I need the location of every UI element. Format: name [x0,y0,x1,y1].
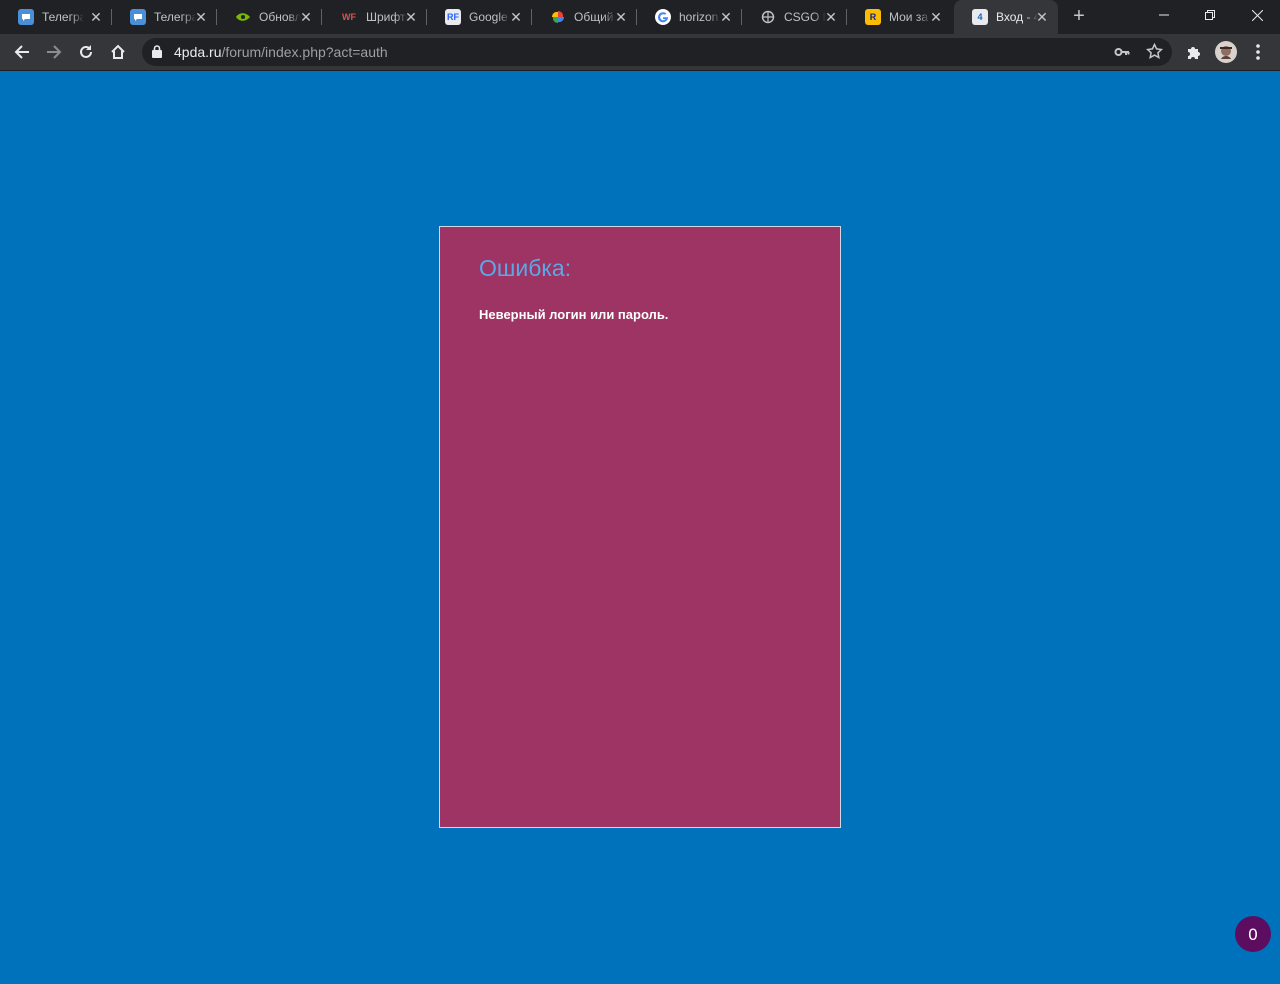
pinwheel-icon [550,9,566,25]
lock-icon[interactable] [152,45,162,63]
wf-logo-icon: WF [342,12,356,22]
close-tab-icon[interactable]: ✕ [88,9,104,25]
rf-logo-icon: RF [445,9,461,25]
close-tab-icon[interactable]: ✕ [298,9,314,25]
bookmark-star-icon[interactable] [1145,42,1164,65]
error-panel: Ошибка: Неверный логин или пароль. [439,226,841,828]
close-tab-icon[interactable]: ✕ [718,9,734,25]
tab-login-4pda[interactable]: 4 Вход - 4PDA ✕ [954,0,1058,34]
address-bar[interactable]: 4pda.ru/forum/index.php?act=auth [142,38,1172,66]
tab-telegram-2[interactable]: Телеграм ✕ [112,0,217,34]
back-arrow-icon[interactable] [8,38,36,66]
4pda-logo-icon: 4 [972,9,988,25]
close-tab-icon[interactable]: ✕ [928,9,944,25]
tab-horizon[interactable]: horizon ✕ [637,0,742,34]
notification-counter-badge[interactable]: 0 [1235,916,1271,952]
tab-strip: Телеграм ✕ Телеграм ✕ Обновления ✕ WF Шр… [0,0,1280,34]
new-tab-icon[interactable]: + [1068,5,1090,27]
reload-icon[interactable] [72,38,100,66]
url-text: 4pda.ru/forum/index.php?act=auth [174,44,388,60]
close-tab-icon[interactable]: ✕ [403,9,419,25]
url-path: /forum/index.php?act=auth [221,44,388,60]
crosshair-icon [760,9,776,25]
tab-fonts[interactable]: WF Шрифты ✕ [322,0,427,34]
tab-my[interactable]: R Мои за ✕ [847,0,952,34]
close-tab-icon[interactable]: ✕ [823,9,839,25]
google-g-icon [655,9,671,25]
tab-title: Телеграм [154,10,196,24]
tab-title: Google [469,10,508,24]
restore-icon[interactable] [1187,0,1233,30]
close-window-icon[interactable] [1234,0,1280,30]
tab-title: Шрифты [366,10,408,24]
error-message: Неверный логин или пароль. [479,307,669,322]
close-tab-icon[interactable]: ✕ [508,9,524,25]
tab-title: horizon [679,10,719,24]
tab-general[interactable]: Общий ✕ [532,0,637,34]
nvidia-logo-icon [235,9,251,25]
tab-title: CSGO M [784,10,826,24]
minimize-icon[interactable] [1141,0,1187,30]
tab-title: Телеграм [42,10,84,24]
tab-title: Обновления [259,10,301,24]
key-icon[interactable] [1114,44,1130,65]
tab-title: Общий [574,10,614,24]
menu-kebab-icon[interactable] [1244,38,1272,66]
tab-updates[interactable]: Обновления ✕ [217,0,322,34]
profile-avatar-icon[interactable] [1212,38,1240,66]
browser-toolbar: 4pda.ru/forum/index.php?act=auth [0,34,1280,71]
tab-telegram-1[interactable]: Телеграм ✕ [0,0,112,34]
close-tab-icon[interactable]: ✕ [193,9,209,25]
url-host: 4pda.ru [174,44,222,60]
error-title: Ошибка: [479,255,572,281]
close-tab-icon[interactable]: ✕ [1034,9,1050,25]
chat-bubble-icon [18,9,34,25]
tab-title: Мои за [889,10,929,24]
r-logo-icon: R [865,9,881,25]
tab-csgo[interactable]: CSGO M ✕ [742,0,847,34]
home-icon[interactable] [104,38,132,66]
forward-arrow-icon[interactable] [40,38,68,66]
close-tab-icon[interactable]: ✕ [613,9,629,25]
tab-google[interactable]: RF Google ✕ [427,0,532,34]
extensions-puzzle-icon[interactable] [1180,38,1208,66]
tab-title: Вход - 4PDA [996,10,1038,24]
chat-bubble-icon [130,9,146,25]
